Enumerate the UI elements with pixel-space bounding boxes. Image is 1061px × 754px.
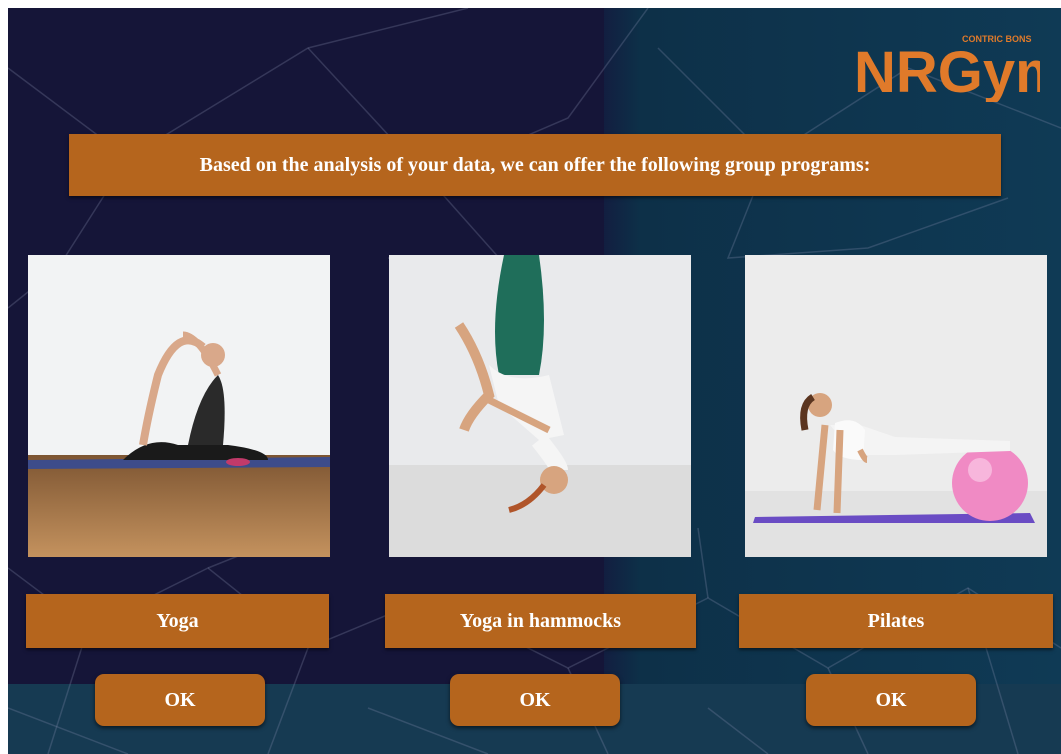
app-window: NRGym CONTRIC BONS Based on the analysis… <box>8 8 1061 754</box>
svg-text:CONTRIC BONS: CONTRIC BONS <box>962 34 1032 44</box>
ok-button-yoga-hammocks[interactable]: OK <box>450 674 620 726</box>
banner-text: Based on the analysis of your data, we c… <box>199 153 871 176</box>
program-label-pilates: Pilates <box>739 594 1053 648</box>
pilates-photo <box>745 255 1047 557</box>
nrgym-logo: NRGym CONTRIC BONS <box>854 34 1040 102</box>
svg-text:NRGym: NRGym <box>854 40 1040 102</box>
program-label-yoga: Yoga <box>26 594 329 648</box>
yoga-photo <box>28 255 330 557</box>
ok-button-yoga[interactable]: OK <box>95 674 265 726</box>
recommendation-banner: Based on the analysis of your data, we c… <box>69 134 1001 196</box>
ok-button-pilates[interactable]: OK <box>806 674 976 726</box>
program-label-yoga-hammocks: Yoga in hammocks <box>385 594 696 648</box>
aerial-yoga-photo <box>389 255 691 557</box>
